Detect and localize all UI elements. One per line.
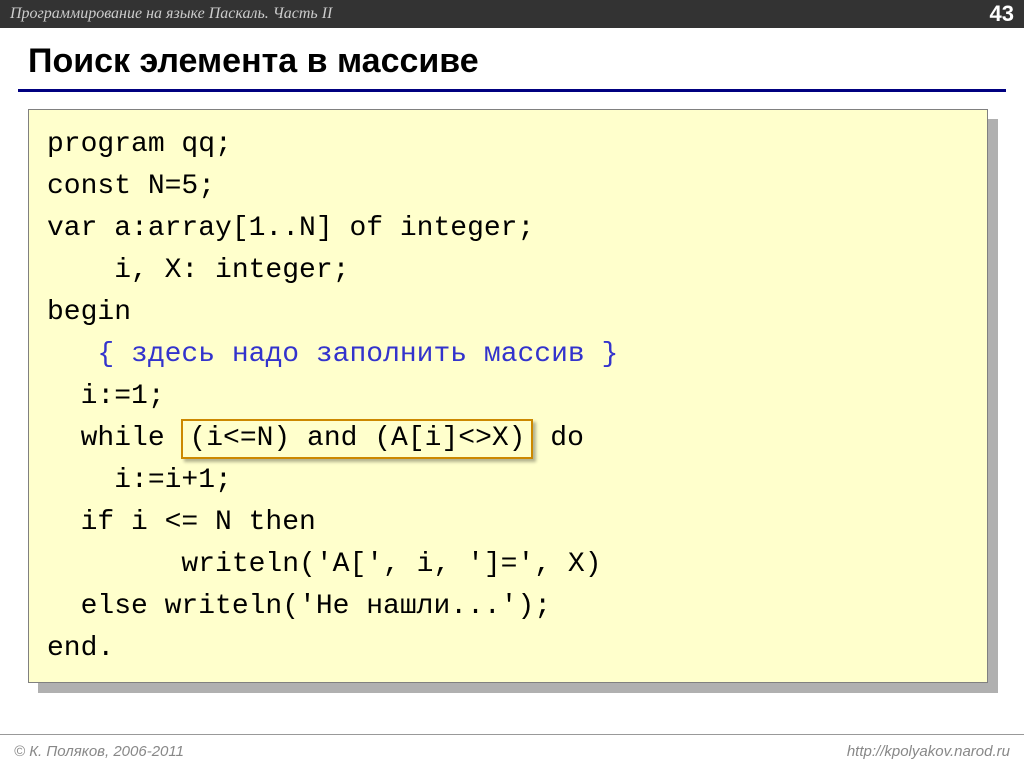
code-line-12: else writeln('Не нашли...'); [47,591,551,622]
code-line-2: const N=5; [47,171,215,202]
code-line-8b: do [533,423,583,454]
page-number: 43 [990,1,1014,27]
slide: Программирование на языке Паскаль. Часть… [0,0,1024,767]
code-line-4: i, X: integer; [47,255,349,286]
footer-url: http://kpolyakov.narod.ru [847,743,1010,760]
code-line-5: begin [47,297,131,328]
code-line-8a: while [47,423,181,454]
course-title: Программирование на языке Паскаль. Часть… [10,5,332,23]
code-line-6-indent [47,339,97,370]
highlight-condition: (i<=N) and (A[i]<>X) [181,419,533,459]
slide-title: Поиск элемента в массиве [28,42,1024,81]
code-line-10: if i <= N then [47,507,316,538]
code-comment: { здесь надо заполнить массив } [97,339,618,370]
copyright: © К. Поляков, 2006-2011 [14,743,184,760]
title-underline [18,89,1006,92]
code-line-13: end. [47,633,114,664]
code-line-11: writeln('A[', i, ']=', X) [47,549,602,580]
header-bar: Программирование на языке Паскаль. Часть… [0,0,1024,28]
code-line-7: i:=1; [47,381,165,412]
code-line-3: var a:array[1..N] of integer; [47,213,534,244]
code-box: program qq; const N=5; var a:array[1..N]… [28,109,988,683]
footer-bar: © К. Поляков, 2006-2011 http://kpolyakov… [0,734,1024,767]
code-line-9: i:=i+1; [47,465,232,496]
code-line-1: program qq; [47,129,232,160]
